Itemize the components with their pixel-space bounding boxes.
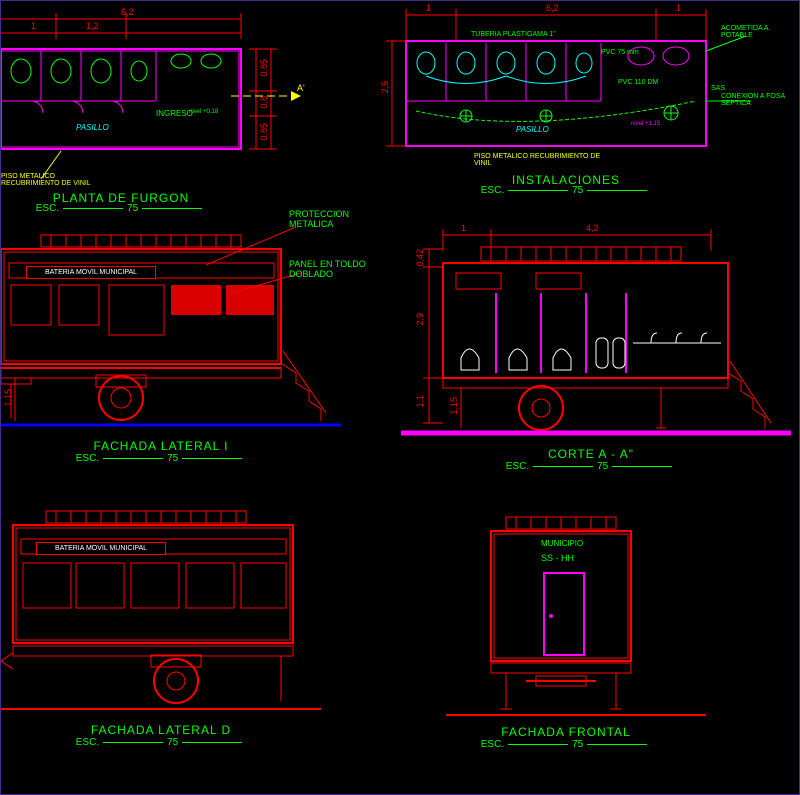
- dim-inst-seg2: 1: [676, 3, 681, 13]
- label-conexion: CONEXION A FOSA SEPTICA: [721, 93, 786, 107]
- scale-value: 75: [572, 739, 583, 750]
- dim-inst-seg1: 1: [426, 3, 431, 13]
- dim-corte-mid: 2,9: [415, 313, 425, 326]
- label-nivel-inst: nivel +1.15: [631, 121, 660, 127]
- view-corte-aa: 1 4,2 0,42 2,9 1,1 1,15 CORTE A - A" ESC…: [401, 223, 791, 483]
- label-sas: SAS: [711, 85, 725, 92]
- callout-panel: PANEL EN TOLDO DOBLADO: [289, 259, 379, 279]
- scale-prefix: ESC.: [36, 203, 59, 214]
- dim-plan-seg1: 1: [31, 21, 36, 31]
- label-a-marker: A': [297, 83, 305, 93]
- scale-value: 75: [167, 453, 178, 464]
- scale-prefix: ESC.: [506, 461, 529, 472]
- dim-inst-height: 2,5: [380, 81, 390, 94]
- dim-lati-h: 1,15: [3, 389, 13, 407]
- scale-planta: ESC. 75: [1, 203, 241, 214]
- label-ingreso: INGRESO: [156, 109, 193, 118]
- scale-value: 75: [572, 185, 583, 196]
- label-pasillo-plan: PASILLO: [76, 123, 109, 132]
- dim-corte-seg1: 1: [461, 223, 466, 233]
- label-nivel-plan: nivel +0.18: [189, 109, 218, 115]
- sign-lateral-d: BATERIA MOVIL MUNICIPAL: [36, 542, 166, 555]
- dim-plan-h1: 0,85: [259, 59, 269, 77]
- label-acometida: ACOMETIDA A. POTABLE: [721, 25, 781, 39]
- label-pvc1: PVC 75 mm: [601, 49, 639, 56]
- scale-prefix: ESC.: [481, 185, 504, 196]
- label-municipio: MUNICIPIO: [541, 539, 583, 548]
- label-piso-inst: PISO METALICO RECUBRIMIENTO DE VINIL: [474, 153, 604, 167]
- scale-value: 75: [167, 737, 178, 748]
- label-piso-plan: PISO METALICO RECUBRIMIENTO DE VINIL: [1, 173, 111, 187]
- scale-prefix: ESC.: [481, 739, 504, 750]
- scale-prefix: ESC.: [76, 737, 99, 748]
- title-lateral-i: FACHADA LATERAL I: [31, 439, 291, 453]
- dim-plan-seg2: 1,2: [86, 21, 99, 31]
- dim-corte-top: 0,42: [415, 249, 425, 267]
- dim-inst-width: 6,2: [546, 3, 559, 13]
- view-planta-furgon: 6,2 1 1,2 0,85 0,8 0,85 PASILLO INGRESO …: [1, 1, 321, 211]
- label-pvc2: PVC 110 DM: [618, 79, 658, 86]
- title-frontal: FACHADA FRONTAL: [466, 725, 666, 739]
- scale-lateral-d: ESC. 75: [31, 737, 291, 748]
- view-fachada-frontal: MUNICIPIO SS - HH FACHADA FRONTAL ESC. 75: [446, 511, 706, 766]
- corte-drawing: [401, 223, 791, 483]
- label-sshh: SS - HH: [541, 553, 574, 563]
- callout-proteccion: PROTECCION METALICA: [289, 209, 369, 229]
- view-instalaciones: 6,2 1 1 2,5 TUBERIA PLASTIGAMA 1" PVC 75…: [376, 1, 786, 211]
- scale-prefix: ESC.: [76, 453, 99, 464]
- scale-corte: ESC. 75: [471, 461, 711, 472]
- view-fachada-lateral-d: BATERIA MOVIL MUNICIPAL FACHADA LATERAL …: [1, 501, 321, 761]
- scale-lateral-i: ESC. 75: [31, 453, 291, 464]
- dim-plan-h2: 0,8: [259, 96, 269, 109]
- dim-plan-h3: 0,85: [259, 123, 269, 141]
- scale-instalaciones: ESC. 75: [436, 185, 696, 196]
- scale-frontal: ESC. 75: [466, 739, 666, 750]
- dim-corte-width: 4,2: [586, 223, 599, 233]
- scale-value: 75: [597, 461, 608, 472]
- sign-lateral-i: BATERIA MOVIL MUNICIPAL: [26, 266, 156, 279]
- dim-plan-width: 6,2: [121, 7, 134, 17]
- label-tuberia: TUBERIA PLASTIGAMA 1": [471, 31, 556, 38]
- dim-corte-bot: 1,1: [415, 395, 425, 408]
- title-corte: CORTE A - A": [471, 447, 711, 461]
- lateral-d-drawing: [1, 501, 321, 761]
- dim-corte-wheel: 1,15: [449, 397, 459, 415]
- title-lateral-d: FACHADA LATERAL D: [31, 723, 291, 737]
- scale-value: 75: [127, 203, 138, 214]
- label-pasillo-inst: PASILLO: [516, 125, 549, 134]
